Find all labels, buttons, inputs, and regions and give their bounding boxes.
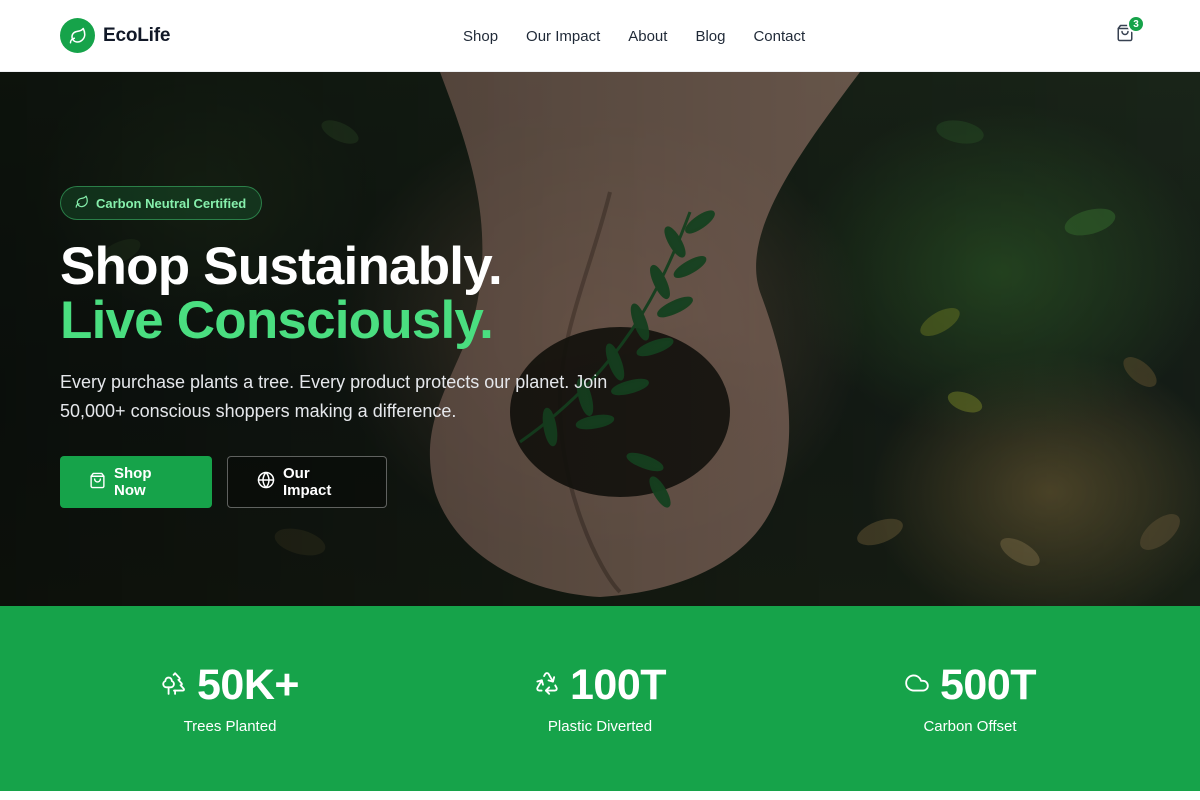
nav-item-blog[interactable]: Blog xyxy=(695,28,725,45)
stat-value: 500T xyxy=(939,661,1037,709)
cloud-icon xyxy=(904,670,930,701)
hero-content: Carbon Neutral Certified Shop Sustainabl… xyxy=(60,186,700,508)
headline-line-2: Live Consciously. xyxy=(60,291,494,350)
stat-label: Carbon Offset xyxy=(923,718,1017,735)
impact-stats-bar: 50K+ Trees Planted 100T Plastic Diverted xyxy=(0,606,1200,791)
shop-now-button[interactable]: Shop Now xyxy=(60,456,212,508)
brand-logo[interactable]: EcoLife xyxy=(60,18,170,53)
badge-label: Carbon Neutral Certified xyxy=(96,195,247,211)
hero-cta-row: Shop Now Our Impact xyxy=(60,456,700,508)
nav-item-about[interactable]: About xyxy=(628,28,667,45)
leaf-icon xyxy=(75,195,89,212)
nav-item-our-impact[interactable]: Our Impact xyxy=(526,28,600,45)
cart-count-badge: 3 xyxy=(1127,15,1145,33)
certification-badge: Carbon Neutral Certified xyxy=(60,186,263,220)
site-header: EcoLife Shop Our Impact About Blog Conta… xyxy=(0,0,1200,72)
recycle-icon xyxy=(534,670,560,701)
our-impact-button[interactable]: Our Impact xyxy=(227,456,387,508)
stat-carbon: 500T Carbon Offset xyxy=(820,660,1120,735)
page-bottom-edge xyxy=(0,791,1200,800)
nav-item-contact[interactable]: Contact xyxy=(753,28,805,45)
stat-label: Plastic Diverted xyxy=(547,718,653,735)
stat-value: 100T xyxy=(569,661,667,709)
globe-icon xyxy=(257,471,275,493)
brand-name: EcoLife xyxy=(103,24,171,46)
nav-item-shop[interactable]: Shop xyxy=(463,28,498,45)
hero-section: Carbon Neutral Certified Shop Sustainabl… xyxy=(0,72,1200,606)
cart-button[interactable]: 3 xyxy=(1112,15,1145,48)
main-nav: Shop Our Impact About Blog Contact xyxy=(463,0,805,72)
shop-now-label: Shop Now xyxy=(114,465,152,499)
headline-line-1: Shop Sustainably. xyxy=(60,237,503,296)
hero-headline: Shop Sustainably. Live Consciously. xyxy=(60,240,700,348)
hero-subtext: Every purchase plants a tree. Every prod… xyxy=(60,372,608,421)
our-impact-label: Our Impact xyxy=(283,465,332,499)
stat-value: 50K+ xyxy=(197,661,300,709)
leaf-icon xyxy=(60,18,95,53)
trees-icon xyxy=(161,670,187,701)
stat-trees: 50K+ Trees Planted xyxy=(80,660,380,735)
stat-label: Trees Planted xyxy=(183,718,277,735)
stat-plastic: 100T Plastic Diverted xyxy=(450,660,750,735)
shopping-bag-icon xyxy=(89,472,106,493)
